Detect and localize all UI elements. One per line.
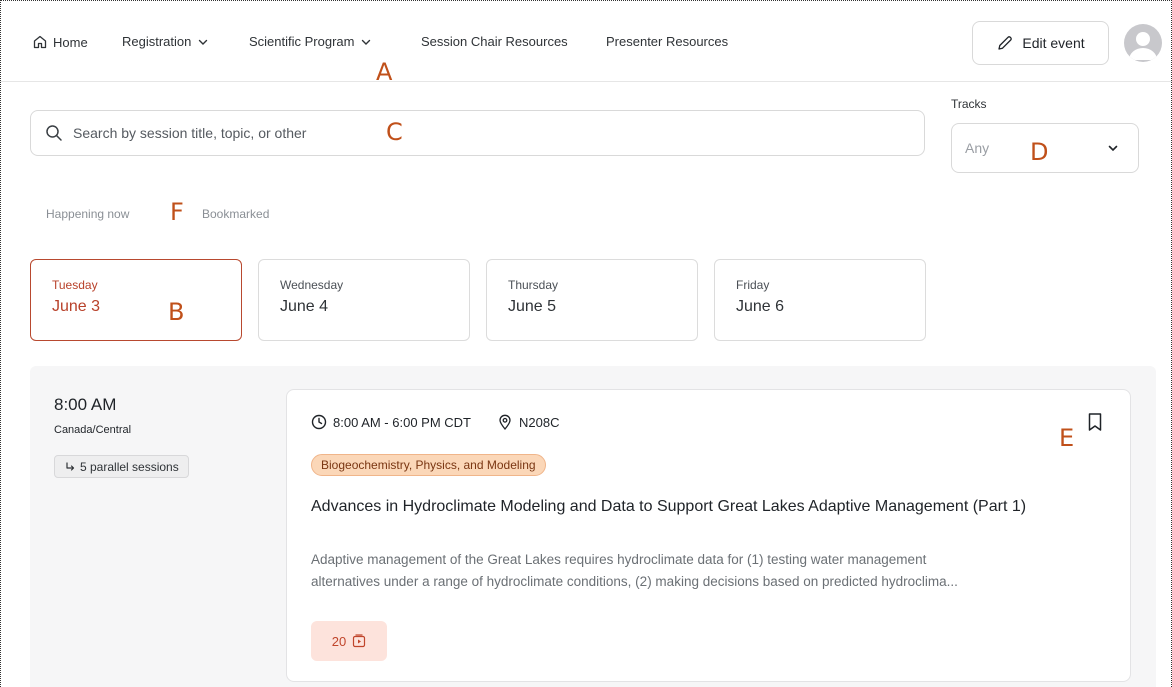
presentations-count-badge[interactable]: 20	[311, 621, 387, 661]
chevron-down-icon	[1108, 145, 1118, 152]
marker-e: E	[1059, 424, 1075, 452]
top-navigation: Home Registration Scientific Program Ses…	[0, 0, 1172, 82]
nav-presenter-label: Presenter Resources	[606, 34, 729, 49]
nav-home-label: Home	[53, 34, 88, 50]
clock-icon	[311, 414, 327, 430]
arrow-return-icon	[66, 461, 75, 471]
day-tab-weekday: Friday	[736, 278, 770, 292]
session-time-range: 8:00 AM - 6:00 PM CDT	[333, 414, 471, 430]
session-room: N208C	[519, 414, 560, 430]
filter-happening-now[interactable]: Happening now	[46, 207, 129, 221]
edit-event-button[interactable]: Edit event	[972, 21, 1109, 65]
session-description: Adaptive management of the Great Lakes r…	[311, 549, 1111, 593]
chevron-down-icon	[199, 39, 208, 45]
parallel-sessions-label: 5 parallel sessions	[80, 459, 179, 474]
session-meta: 8:00 AM - 6:00 PM CDT N208C	[311, 414, 559, 430]
filter-bookmarked[interactable]: Bookmarked	[202, 207, 269, 221]
marker-f: F	[170, 198, 184, 226]
session-description-line: Adaptive management of the Great Lakes r…	[311, 552, 927, 567]
avatar[interactable]	[1124, 24, 1162, 62]
day-tab-wednesday[interactable]: Wednesday June 4	[258, 259, 470, 341]
day-tab-date: June 3	[52, 298, 101, 315]
session-title: Advances in Hydroclimate Modeling and Da…	[311, 498, 1027, 515]
presentations-count: 20	[331, 633, 347, 649]
nav-scientific-program-label: Scientific Program	[249, 34, 355, 49]
day-tab-thursday[interactable]: Thursday June 5	[486, 259, 698, 341]
session-description-line: alternatives under a range of hydroclima…	[311, 574, 958, 589]
tracks-label: Tracks	[951, 97, 987, 111]
nav-session-chair-label: Session Chair Resources	[421, 34, 568, 49]
search-input[interactable]	[73, 125, 473, 141]
presentation-play-icon	[353, 634, 366, 648]
day-tab-friday[interactable]: Friday June 6	[714, 259, 926, 341]
parallel-sessions-button[interactable]: 5 parallel sessions	[54, 455, 189, 478]
search-icon	[46, 125, 62, 141]
session-card[interactable]: 8:00 AM - 6:00 PM CDT N208C Biogeochemis…	[286, 389, 1131, 682]
day-tab-weekday: Thursday	[508, 278, 559, 292]
day-tab-date: June 5	[508, 298, 557, 315]
home-icon	[33, 35, 47, 49]
search-box	[30, 110, 925, 156]
nav-session-chair-resources[interactable]: Session Chair Resources	[421, 34, 568, 49]
day-tab-weekday: Tuesday	[52, 278, 98, 292]
nav-registration-label: Registration	[122, 34, 192, 49]
day-tab-date: June 6	[736, 298, 785, 315]
location-pin-icon	[499, 414, 511, 430]
marker-b: B	[168, 298, 185, 326]
user-icon	[1129, 32, 1157, 60]
day-tab-tuesday[interactable]: Tuesday June 3	[30, 259, 242, 341]
marker-a: A	[376, 58, 393, 86]
nav-presenter-resources[interactable]: Presenter Resources	[606, 34, 728, 49]
nav-registration[interactable]: Registration	[122, 34, 210, 49]
pencil-icon	[998, 36, 1013, 50]
timeslot-timezone: Canada/Central	[54, 424, 132, 436]
marker-c: C	[386, 118, 403, 146]
bookmark-icon[interactable]	[1086, 412, 1104, 432]
chevron-down-icon	[362, 39, 371, 45]
nav-home[interactable]: Home	[32, 34, 88, 50]
nav-scientific-program[interactable]: Scientific Program	[249, 34, 373, 49]
track-tag: Biogeochemistry, Physics, and Modeling	[311, 454, 546, 476]
edit-event-label: Edit event	[1022, 35, 1085, 51]
day-tab-weekday: Wednesday	[280, 278, 344, 292]
tracks-value: Any	[965, 140, 990, 156]
timeslot-time: 8:00 AM	[54, 395, 117, 414]
marker-d: D	[1030, 138, 1049, 166]
day-tab-date: June 4	[280, 298, 329, 315]
